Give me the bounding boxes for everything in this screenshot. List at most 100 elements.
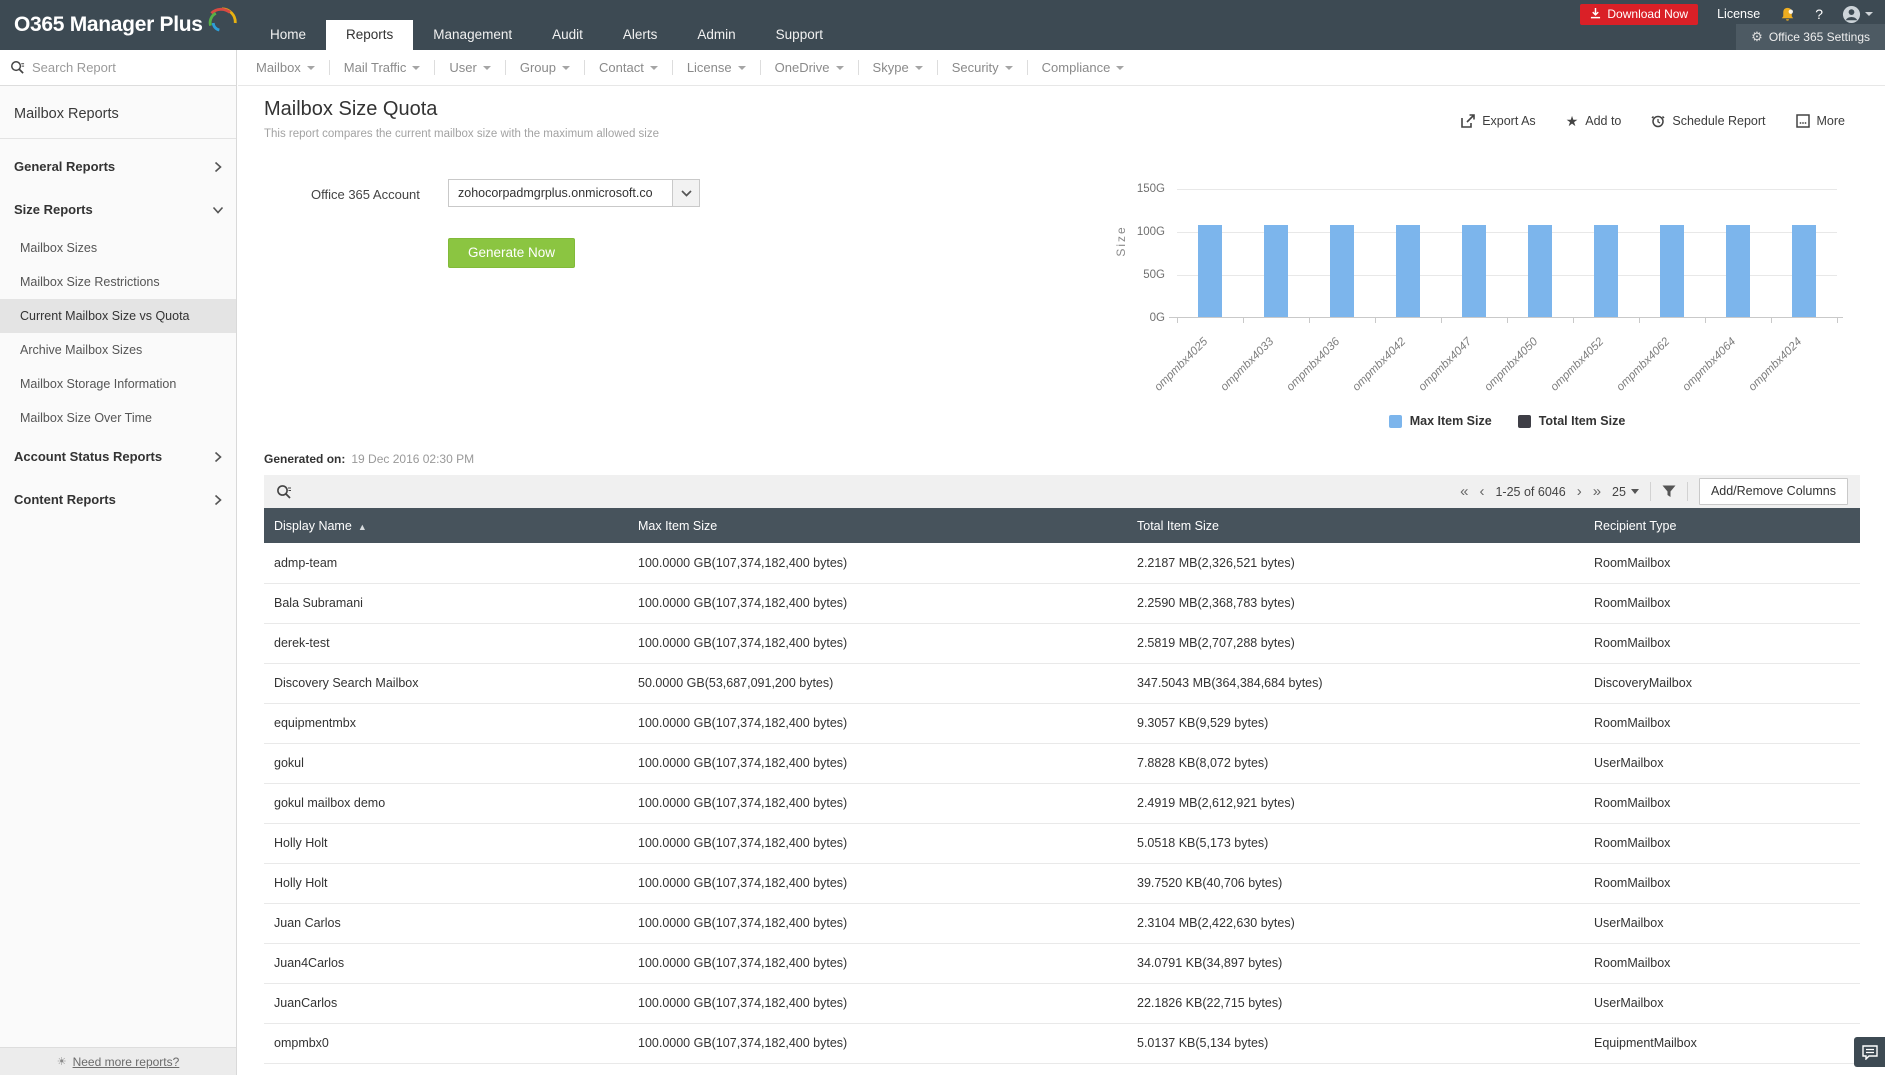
legend-max-item-size[interactable]: Max Item Size: [1389, 414, 1492, 428]
tab-admin[interactable]: Admin: [677, 20, 755, 50]
generated-on-label: Generated on:: [264, 452, 345, 466]
cell-recipient-type: RoomMailbox: [1584, 623, 1860, 663]
subnav-label-mail-traffic: Mail Traffic: [344, 60, 407, 75]
subnav-skype[interactable]: Skype: [859, 60, 937, 75]
toolbar-divider: [1650, 482, 1651, 501]
chevron-down-icon: [1005, 66, 1013, 70]
column-header-total-item-size[interactable]: Total Item Size: [1127, 508, 1584, 543]
cell-max-item-size: 100.0000 GB(107,374,182,400 bytes): [628, 623, 1127, 663]
page-size-select[interactable]: 25: [1612, 485, 1639, 499]
export-as-button[interactable]: Export As: [1461, 114, 1536, 128]
cell-total-item-size: 39.7520 KB(40,706 bytes): [1127, 863, 1584, 903]
more-icon: [1796, 114, 1810, 128]
table-header: Display Name▲Max Item SizeTotal Item Siz…: [264, 508, 1860, 543]
chart-y-tick: 150G: [1099, 183, 1165, 195]
subnav-label-contact: Contact: [599, 60, 644, 75]
office365-settings-button[interactable]: ⚙ Office 365 Settings: [1736, 24, 1885, 50]
chevron-down-icon: [214, 204, 222, 216]
account-select[interactable]: zohocorpadmgrplus.onmicrosoft.co: [448, 179, 700, 207]
subnav-label-user: User: [449, 60, 476, 75]
sidebar-item-mailbox-storage-information[interactable]: Mailbox Storage Information: [0, 367, 236, 401]
account-select-value: zohocorpadmgrplus.onmicrosoft.co: [449, 180, 672, 206]
chart-bar-ompmbx4036[interactable]: [1330, 225, 1354, 317]
sidebar-item-current-mailbox-size-vs-quota[interactable]: Current Mailbox Size vs Quota: [0, 299, 236, 333]
chart-bar-ompmbx4062[interactable]: [1660, 225, 1684, 317]
sidebar-section-general-reports[interactable]: General Reports: [0, 145, 236, 188]
chart-bar-ompmbx4050[interactable]: [1528, 225, 1552, 317]
column-header-recipient-type[interactable]: Recipient Type: [1584, 508, 1860, 543]
chart-bar-ompmbx4033[interactable]: [1264, 225, 1288, 317]
subnav-user[interactable]: User: [435, 60, 504, 75]
cell-recipient-type: RoomMailbox: [1584, 703, 1860, 743]
chevron-down-icon: [307, 66, 315, 70]
sidebar-item-mailbox-size-restrictions[interactable]: Mailbox Size Restrictions: [0, 265, 236, 299]
page-title: Mailbox Size Quota: [264, 98, 437, 121]
prev-page-icon[interactable]: ‹: [1479, 484, 1484, 499]
sidebar-item-mailbox-sizes[interactable]: Mailbox Sizes: [0, 231, 236, 265]
sidebar-item-archive-mailbox-sizes[interactable]: Archive Mailbox Sizes: [0, 333, 236, 367]
chart-gridline: [1177, 189, 1837, 190]
chart-x-tick: [1441, 318, 1442, 323]
cell-recipient-type: RoomMailbox: [1584, 583, 1860, 623]
chart-x-tick: [1309, 318, 1310, 323]
more-button[interactable]: More: [1796, 114, 1845, 128]
sidebar-search-row: [0, 50, 236, 86]
next-page-icon[interactable]: ›: [1577, 484, 1582, 499]
cell-max-item-size: 100.0000 GB(107,374,182,400 bytes): [628, 943, 1127, 983]
sidebar-item-mailbox-size-over-time[interactable]: Mailbox Size Over Time: [0, 401, 236, 435]
schedule-report-button[interactable]: Schedule Report: [1651, 114, 1765, 128]
feedback-chat-button[interactable]: [1854, 1037, 1885, 1067]
download-now-button[interactable]: Download Now: [1580, 4, 1698, 25]
chart-bar-ompmbx4052[interactable]: [1594, 225, 1618, 317]
last-page-icon[interactable]: »: [1593, 484, 1601, 499]
tab-home[interactable]: Home: [250, 20, 326, 50]
chart-bar-ompmbx4064[interactable]: [1726, 225, 1750, 317]
subnav-group[interactable]: Group: [506, 60, 584, 75]
add-to-button[interactable]: ★ Add to: [1566, 114, 1622, 128]
sidebar-section-content-reports[interactable]: Content Reports: [0, 478, 236, 521]
sidebar-section-account-status-reports[interactable]: Account Status Reports: [0, 435, 236, 478]
cell-recipient-type: RoomMailbox: [1584, 863, 1860, 903]
chart-x-tick: [1573, 318, 1574, 323]
tab-support[interactable]: Support: [756, 20, 843, 50]
table-row: Holly Holt100.0000 GB(107,374,182,400 by…: [264, 863, 1860, 903]
subnav-onedrive[interactable]: OneDrive: [761, 60, 858, 75]
tab-reports[interactable]: Reports: [326, 20, 413, 50]
subnav-mailbox[interactable]: Mailbox: [242, 60, 329, 75]
tab-alerts[interactable]: Alerts: [603, 20, 678, 50]
subnav-contact[interactable]: Contact: [585, 60, 672, 75]
cell-total-item-size: 2.2590 MB(2,368,783 bytes): [1127, 583, 1584, 623]
cell-recipient-type: RoomMailbox: [1584, 783, 1860, 823]
help-icon[interactable]: ?: [1815, 6, 1823, 22]
chart-bar-ompmbx4042[interactable]: [1396, 225, 1420, 317]
subnav-license[interactable]: License: [673, 60, 760, 75]
column-header-max-item-size[interactable]: Max Item Size: [628, 508, 1127, 543]
license-link[interactable]: License: [1717, 7, 1760, 21]
table-search-icon[interactable]: [276, 484, 292, 500]
need-more-reports-link[interactable]: Need more reports?: [73, 1055, 180, 1069]
subnav-mail-traffic[interactable]: Mail Traffic: [330, 60, 435, 75]
report-table: Display Name▲Max Item SizeTotal Item Siz…: [264, 508, 1860, 1064]
chart-x-tick: [1771, 318, 1772, 323]
generate-now-button[interactable]: Generate Now: [448, 238, 575, 268]
subnav-label-security: Security: [952, 60, 999, 75]
export-as-label: Export As: [1482, 114, 1536, 128]
tab-management[interactable]: Management: [413, 20, 532, 50]
table-row: Holly Holt100.0000 GB(107,374,182,400 by…: [264, 823, 1860, 863]
filter-icon[interactable]: [1662, 485, 1676, 498]
notification-bell-icon[interactable]: [1779, 6, 1796, 23]
sidebar-section-size-reports[interactable]: Size Reports: [0, 188, 236, 231]
search-report-input[interactable]: [32, 60, 217, 75]
chart-bar-ompmbx4024[interactable]: [1792, 225, 1816, 317]
add-remove-columns-button[interactable]: Add/Remove Columns: [1699, 478, 1848, 505]
column-header-display-name[interactable]: Display Name▲: [264, 508, 628, 543]
subnav-compliance[interactable]: Compliance: [1028, 60, 1139, 75]
chart-bar-ompmbx4025[interactable]: [1198, 225, 1222, 317]
first-page-icon[interactable]: «: [1460, 484, 1468, 499]
table-row: admp-team100.0000 GB(107,374,182,400 byt…: [264, 543, 1860, 583]
tab-audit[interactable]: Audit: [532, 20, 603, 50]
table-row: equipmentmbx100.0000 GB(107,374,182,400 …: [264, 703, 1860, 743]
subnav-security[interactable]: Security: [938, 60, 1027, 75]
user-menu[interactable]: [1842, 5, 1873, 24]
chart-bar-ompmbx4047[interactable]: [1462, 225, 1486, 317]
